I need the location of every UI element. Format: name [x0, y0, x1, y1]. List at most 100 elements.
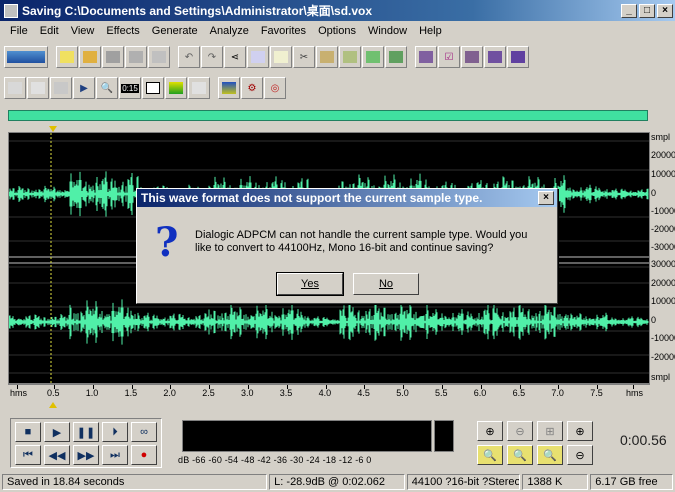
open-folder-icon [83, 51, 97, 63]
undo-button[interactable]: ↶ [178, 46, 200, 68]
copy-button[interactable] [270, 46, 292, 68]
menu-edit[interactable]: Edit [34, 25, 65, 37]
transport-button[interactable]: ▶ [73, 77, 95, 99]
zoom-right-button[interactable]: 🔍 [537, 445, 563, 465]
new-button[interactable] [56, 46, 78, 68]
zoom-full-button[interactable]: ⊞ [537, 421, 563, 441]
status-bar-button[interactable] [188, 77, 210, 99]
menu-favorites[interactable]: Favorites [255, 25, 312, 37]
stop-button[interactable]: ■ [15, 422, 41, 442]
view-edit-button[interactable] [461, 46, 483, 68]
time-label: hms [10, 388, 28, 398]
loop-icon: ∞ [140, 426, 148, 438]
paste-button[interactable] [316, 46, 338, 68]
time-tick [364, 385, 366, 389]
menu-file[interactable]: File [4, 25, 34, 37]
minimize-button[interactable]: _ [621, 3, 637, 18]
app-icon [4, 3, 18, 18]
save-button[interactable] [102, 46, 124, 68]
menu-view[interactable]: View [65, 25, 101, 37]
maximize-button[interactable]: □ [639, 3, 655, 18]
zoom-window-button[interactable]: 🔍 [96, 77, 118, 99]
status-bar: Saved in 18.84 seconds L: -28.9dB @ 0:02… [0, 474, 675, 492]
copy-new-button[interactable] [247, 46, 269, 68]
amplitude-label: 30000 [651, 259, 675, 269]
paste-icon [320, 51, 334, 63]
time-display: 0:00.56 [620, 432, 667, 448]
trim-button[interactable] [385, 46, 407, 68]
zoom-out-horizontal-button[interactable]: ⊖ [507, 421, 533, 441]
repeat-button[interactable]: ⋖ [224, 46, 246, 68]
dialog-message: Dialogic ADPCM can not handle the curren… [195, 229, 528, 254]
dialog-title-text: This wave format does not support the cu… [141, 191, 483, 205]
status-free: 6.17 GB free [590, 474, 673, 490]
menu-analyze[interactable]: Analyze [204, 25, 255, 37]
time-tick [558, 385, 560, 389]
check-button[interactable]: ☑ [438, 46, 460, 68]
amplitude-label: -10000 [651, 206, 675, 216]
view-multi-button[interactable] [484, 46, 506, 68]
menu-options[interactable]: Options [312, 25, 362, 37]
status-format: 44100 ?16-bit ?Stereo [406, 474, 521, 490]
mix-paste-icon [366, 51, 380, 63]
play-to-end-button[interactable]: ⏵ [102, 422, 128, 442]
organizer-button[interactable] [4, 77, 26, 99]
time-tick [519, 385, 521, 389]
menu-effects[interactable]: Effects [100, 25, 145, 37]
forward-button[interactable]: ▶▶ [73, 445, 99, 465]
rewind-icon: ◀◀ [48, 449, 66, 462]
waveform-channel [9, 299, 649, 345]
mix-paste-button[interactable] [362, 46, 384, 68]
yes-button[interactable]: Yes [276, 272, 344, 296]
rewind-button[interactable]: ◀◀ [44, 445, 70, 465]
pause-icon: ❚❚ [76, 426, 96, 439]
amplitude-label: -20000 [651, 224, 675, 234]
redo-button[interactable]: ↷ [201, 46, 223, 68]
time-tick [633, 385, 634, 389]
no-button-label: No [378, 278, 394, 290]
dialog-close-button[interactable]: × [538, 191, 554, 205]
zoom-selection-button[interactable]: 🔍 [477, 445, 503, 465]
amplitude-label: smpl [651, 372, 671, 382]
zoom-out-vertical-button[interactable]: ⊖ [567, 445, 593, 465]
check-icon: ☑ [444, 51, 454, 63]
levels-button[interactable] [165, 77, 187, 99]
zoom-right-icon: 🔍 [543, 449, 557, 462]
play-button[interactable]: ▶ [44, 422, 70, 442]
go-start-button[interactable]: ⏮ [15, 445, 41, 465]
zoom-in-horizontal-button[interactable]: ⊕ [477, 421, 503, 441]
files-button[interactable] [27, 77, 49, 99]
phase-button[interactable]: ◎ [264, 77, 286, 99]
time-window-button[interactable]: 0:15 [119, 77, 141, 99]
loop-button[interactable]: ∞ [131, 422, 157, 442]
cursor-marker[interactable] [49, 402, 57, 408]
time-label: 5.0 [396, 388, 409, 398]
view-cd-button[interactable] [507, 46, 529, 68]
no-button[interactable]: No [353, 273, 419, 295]
multitrack-toggle-button[interactable] [4, 46, 48, 68]
level-meter-peak [434, 420, 454, 452]
zoom-in-vertical-button[interactable]: ⊕ [567, 421, 593, 441]
record-button[interactable]: ● [131, 445, 157, 465]
analysis-button[interactable] [218, 77, 240, 99]
spectral-button[interactable] [415, 46, 437, 68]
menu-help[interactable]: Help [413, 25, 448, 37]
frequency-button[interactable]: ⚙ [241, 77, 263, 99]
zoom-left-button[interactable]: 🔍 [507, 445, 533, 465]
close-file-button[interactable] [148, 46, 170, 68]
time-label: 3.0 [241, 388, 254, 398]
menu-generate[interactable]: Generate [146, 25, 204, 37]
close-button[interactable]: × [657, 3, 673, 18]
save-icon [106, 51, 120, 63]
effects-button[interactable] [50, 77, 72, 99]
paste-new-button[interactable] [339, 46, 361, 68]
menu-window[interactable]: Window [362, 25, 413, 37]
amplitude-ruler: smpl 20000 10000 0 -10000 -20000 -30000 30000 20… [650, 132, 675, 384]
pause-button[interactable]: ❚❚ [73, 422, 99, 442]
cut-button[interactable]: ✂ [293, 46, 315, 68]
overview-bar[interactable] [8, 110, 648, 121]
save-as-button[interactable] [125, 46, 147, 68]
go-end-button[interactable]: ⏭ [102, 445, 128, 465]
selection-view-button[interactable] [142, 77, 164, 99]
open-button[interactable] [79, 46, 101, 68]
